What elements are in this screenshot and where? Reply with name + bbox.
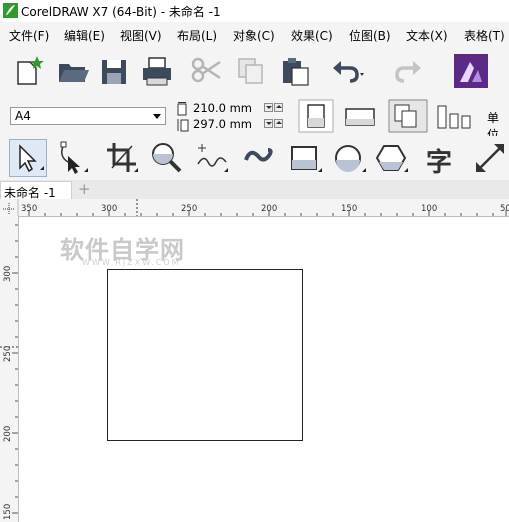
height-decrement-button[interactable] <box>264 119 273 128</box>
menu-layout[interactable]: 布局(L) <box>177 27 217 44</box>
portrait-orientation-button[interactable] <box>298 98 334 134</box>
cut-icon[interactable] <box>190 54 224 88</box>
menu-edit[interactable]: 编辑(E) <box>64 27 105 44</box>
ruler-label: 200 <box>3 425 13 442</box>
zoom-tool-icon[interactable] <box>148 140 184 176</box>
document-tab[interactable]: 未命名 -1 <box>0 181 72 200</box>
current-page-button[interactable] <box>434 98 474 134</box>
menu-text[interactable]: 文本(X) <box>406 27 448 44</box>
plus-icon: + <box>78 180 91 198</box>
all-pages-button[interactable] <box>388 98 428 134</box>
title-bar: CorelDRAW X7 (64-Bit) - 未命名 -1 <box>0 0 509 22</box>
pick-tool-button[interactable] <box>9 139 47 177</box>
ruler-label: 150 <box>3 503 13 520</box>
text-tool-icon[interactable]: 字 <box>422 140 458 178</box>
ruler-label: 200 <box>261 204 278 214</box>
menu-bitmaps[interactable]: 位图(B) <box>349 27 391 44</box>
toolbox: 字 <box>0 136 509 181</box>
parallel-dimension-tool-icon[interactable] <box>472 140 508 176</box>
add-document-tab-button[interactable]: + <box>76 180 91 198</box>
page-width-value: 210.0 mm <box>193 101 252 115</box>
menu-view[interactable]: 视图(V) <box>120 27 162 44</box>
menu-table[interactable]: 表格(T) <box>464 27 505 44</box>
undo-icon[interactable] <box>330 54 364 88</box>
freehand-tool-icon[interactable] <box>194 140 230 176</box>
artistic-media-tool-icon[interactable] <box>242 140 278 176</box>
redo-icon[interactable] <box>390 54 424 88</box>
open-folder-icon[interactable] <box>56 54 90 88</box>
menu-bar: 文件(F) 编辑(E) 视图(V) 布局(L) 对象(C) 效果(C) 位图(B… <box>0 22 509 47</box>
ruler-label: 250 <box>181 204 198 214</box>
pick-tool-icon <box>19 144 44 173</box>
ruler-label: 150 <box>341 204 358 214</box>
page-boundary[interactable] <box>107 269 303 441</box>
paste-icon[interactable] <box>278 54 312 88</box>
copy-icon[interactable] <box>234 54 268 88</box>
menu-file[interactable]: 文件(F) <box>9 27 49 44</box>
ruler-label: 250 <box>3 345 13 362</box>
text-tool-glyph: 字 <box>426 148 453 178</box>
page-height-icon <box>177 119 189 132</box>
print-icon[interactable] <box>140 54 174 88</box>
chevron-down-icon <box>153 114 161 119</box>
corel-app-launcher-icon[interactable] <box>454 54 488 88</box>
crop-tool-icon[interactable] <box>104 140 140 176</box>
save-icon[interactable] <box>98 54 132 88</box>
menu-effects[interactable]: 效果(C) <box>291 27 333 44</box>
page-height-value: 297.0 mm <box>193 117 252 131</box>
ruler-origin-icon[interactable] <box>3 203 15 215</box>
ruler-label: 350 <box>21 204 38 214</box>
window-title: CorelDRAW X7 (64-Bit) - 未命名 -1 <box>21 5 221 19</box>
landscape-orientation-button[interactable] <box>342 98 378 134</box>
ruler-label: 300 <box>101 204 118 214</box>
shape-tool-icon[interactable] <box>54 140 90 176</box>
page-size-dropdown[interactable]: A4 <box>10 107 166 125</box>
vertical-ruler[interactable] <box>0 216 19 522</box>
page-width-field[interactable]: 210.0 mm <box>175 101 285 117</box>
ruler-label: 100 <box>421 204 438 214</box>
page-width-icon <box>177 102 187 116</box>
watermark-url: WWW.RJZXW.COM <box>82 258 181 267</box>
vertical-ruler-ticks <box>0 224 18 514</box>
menu-object[interactable]: 对象(C) <box>233 27 275 44</box>
ruler-label: 50 <box>500 204 509 214</box>
page-height-field[interactable]: 297.0 mm <box>175 117 285 133</box>
width-increment-button[interactable] <box>274 103 283 112</box>
standard-toolbar <box>0 46 509 99</box>
width-decrement-button[interactable] <box>264 103 273 112</box>
rectangle-tool-icon[interactable] <box>288 140 324 176</box>
coreldraw-logo-icon <box>3 3 18 18</box>
new-document-icon[interactable] <box>10 54 44 88</box>
polygon-tool-icon[interactable] <box>374 140 410 176</box>
height-increment-button[interactable] <box>274 119 283 128</box>
ruler-label: 300 <box>3 265 13 282</box>
page-size-value: A4 <box>15 109 31 123</box>
ellipse-tool-icon[interactable] <box>332 140 368 176</box>
